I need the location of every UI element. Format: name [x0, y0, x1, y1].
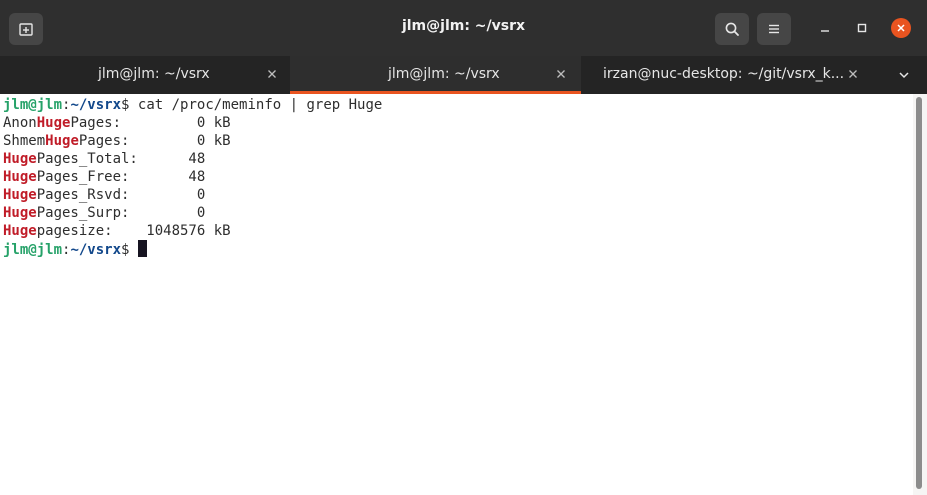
command-text: cat /proc/meminfo | grep Huge	[129, 97, 383, 113]
close-icon	[897, 24, 905, 32]
tab-2-active[interactable]: jlm@jlm: ~/vsrx	[290, 56, 581, 94]
prompt-line: jlm@jlm:~/vsrx$	[3, 240, 147, 258]
maximize-icon	[857, 23, 867, 33]
tab-label: irzan@nuc-desktop: ~/git/vsrx_k...	[603, 66, 845, 82]
minimize-button[interactable]	[814, 17, 836, 39]
output-text: Pages_Rsvd: 0	[36, 187, 206, 203]
prompt-path: ~/vsrx	[70, 97, 122, 113]
close-window-button[interactable]	[891, 18, 911, 38]
chevron-down-icon	[899, 72, 909, 79]
scrollbar-thumb[interactable]	[916, 97, 922, 489]
output-line: HugePages_Rsvd: 0	[3, 186, 205, 204]
text-cursor	[137, 240, 147, 257]
terminal-window: jlm@jlm: ~/vsrx jlm@jlm: ~/vsrx jlm@jlm:…	[0, 0, 927, 495]
output-line: HugePages_Surp: 0	[3, 204, 205, 222]
header-bar: jlm@jlm: ~/vsrx	[0, 0, 927, 56]
output-line: ShmemHugePages: 0 kB	[3, 132, 231, 150]
terminal-output[interactable]: jlm@jlm:~/vsrx$ cat /proc/meminfo | grep…	[0, 94, 913, 495]
scrollbar[interactable]	[913, 94, 927, 495]
output-line: AnonHugePages: 0 kB	[3, 114, 231, 132]
tab-1[interactable]: jlm@jlm: ~/vsrx	[0, 56, 290, 94]
close-icon	[268, 70, 276, 78]
prompt-path: ~/vsrx	[70, 242, 122, 258]
output-text: Pages_Total: 48	[36, 151, 206, 167]
hamburger-menu-icon	[769, 24, 779, 34]
prompt-symbol: $	[121, 242, 138, 258]
grep-match: Huge	[3, 169, 37, 185]
minimize-icon	[821, 30, 829, 32]
menu-button[interactable]	[757, 13, 791, 45]
prompt-user-host: jlm@jlm	[3, 97, 63, 113]
grep-match: Huge	[3, 223, 37, 239]
grep-match: Huge	[36, 115, 71, 131]
grep-match: Huge	[3, 205, 37, 221]
tab-close-button[interactable]	[264, 66, 280, 82]
output-text: pagesize: 1048576 kB	[36, 223, 231, 239]
tabs-overflow-button[interactable]	[896, 67, 912, 83]
tab-close-button[interactable]	[845, 66, 861, 82]
output-text: Shmem	[3, 133, 46, 149]
output-line: HugePages_Free: 48	[3, 168, 205, 186]
grep-match: Huge	[3, 151, 37, 167]
command-line: jlm@jlm:~/vsrx$ cat /proc/meminfo | grep…	[3, 96, 382, 114]
prompt-user-host: jlm@jlm	[3, 242, 63, 258]
tab-bar: jlm@jlm: ~/vsrx jlm@jlm: ~/vsrx irzan@nu…	[0, 56, 927, 94]
tab-label: jlm@jlm: ~/vsrx	[98, 66, 210, 82]
maximize-button[interactable]	[851, 17, 873, 39]
search-button[interactable]	[715, 13, 749, 45]
tab-label: jlm@jlm: ~/vsrx	[388, 66, 500, 82]
output-line: Hugepagesize: 1048576 kB	[3, 222, 231, 240]
output-text: Pages_Surp: 0	[36, 205, 206, 221]
grep-match: Huge	[3, 187, 37, 203]
tab-3[interactable]: irzan@nuc-desktop: ~/git/vsrx_k...	[581, 56, 880, 94]
output-text: Pages: 0 kB	[78, 133, 231, 149]
output-text: Pages_Free: 48	[36, 169, 206, 185]
grep-match: Huge	[45, 133, 79, 149]
close-icon	[849, 70, 857, 78]
output-text: Anon	[3, 115, 37, 131]
search-icon	[725, 22, 739, 36]
close-icon	[557, 70, 565, 78]
output-text: Pages: 0 kB	[70, 115, 231, 131]
tab-close-button[interactable]	[553, 66, 569, 82]
output-line: HugePages_Total: 48	[3, 150, 205, 168]
